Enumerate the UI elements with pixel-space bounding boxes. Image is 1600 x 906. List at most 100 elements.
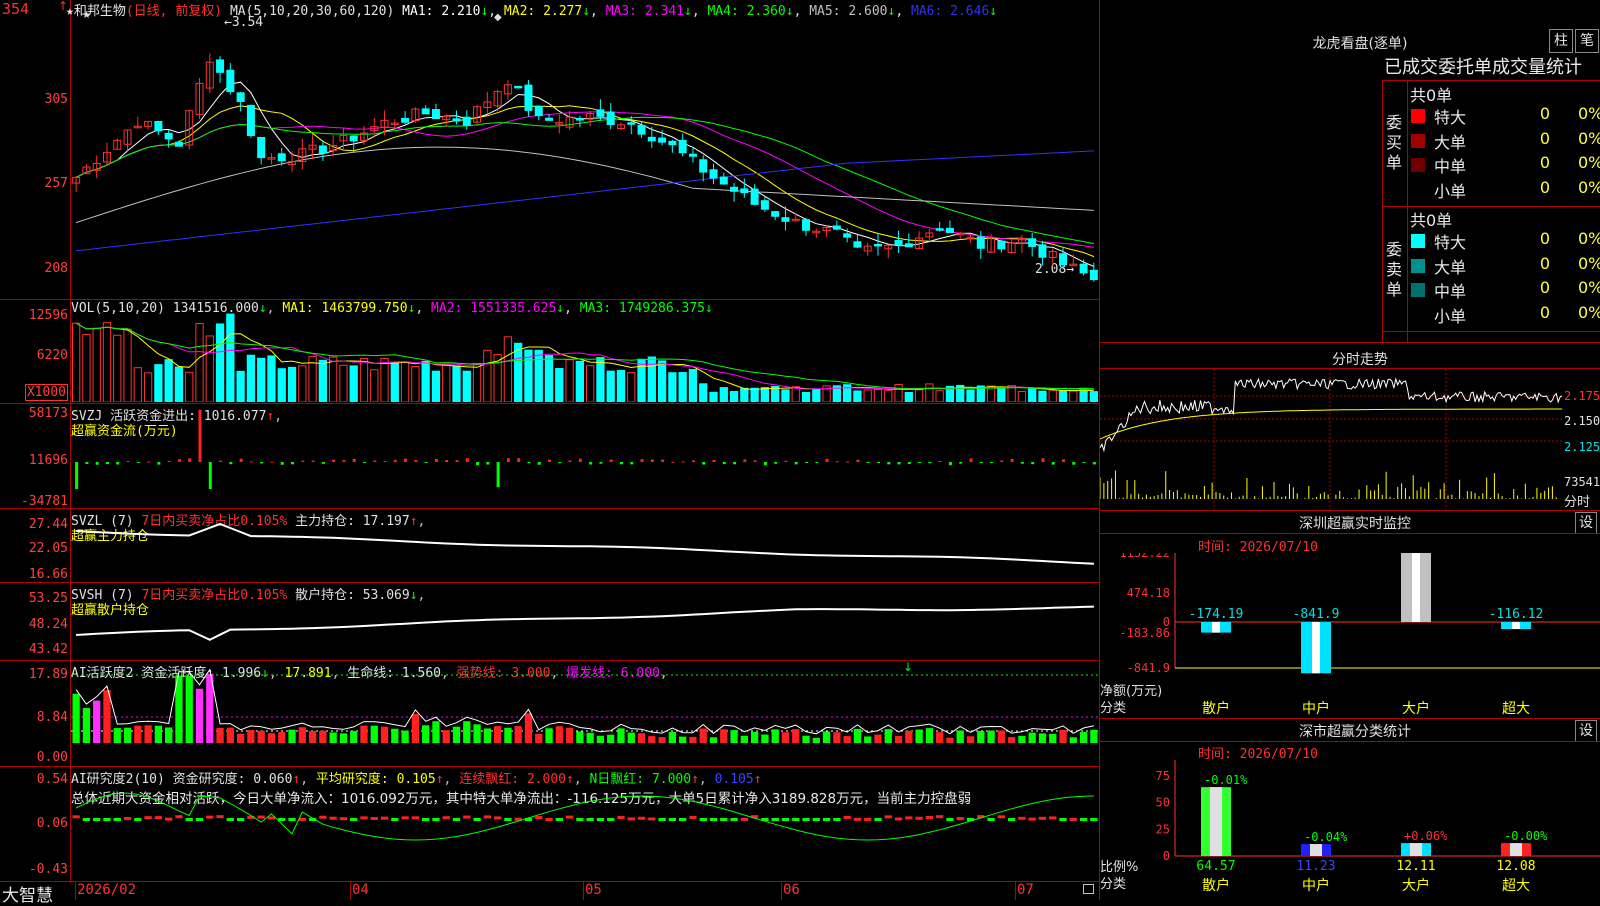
svzj-chart[interactable] xyxy=(71,404,1099,507)
fund-flow-bar xyxy=(835,461,839,463)
intraday-tick: 2.175 xyxy=(1564,389,1600,403)
fund-flow-bar xyxy=(404,458,408,462)
fund-flow-bar xyxy=(938,460,942,462)
bar-view-button[interactable]: 柱 xyxy=(1549,29,1573,53)
fund-flow-bar xyxy=(291,462,295,465)
fund-flow-bar xyxy=(1031,462,1035,465)
research-bar xyxy=(637,816,646,820)
order-percent: 0% xyxy=(1578,104,1600,123)
volume-bar xyxy=(1028,388,1037,402)
fund-flow-bar xyxy=(815,462,819,463)
chart-area[interactable]: ★和邦生物(日线, 前复权) MA(5,10,20,30,60,120) MA1… xyxy=(0,0,1100,906)
volume-bar xyxy=(154,364,163,402)
sz-stats-chart[interactable]: 75 50 25 0 -0.01% 64.57 散户 -0.04% 11.23 中户 +0.06% 1… xyxy=(1100,760,1600,900)
time-tick-mark xyxy=(1015,881,1016,900)
activity-bar xyxy=(339,733,348,743)
research-bar xyxy=(987,818,995,821)
volume-unit: X1000 xyxy=(24,384,68,401)
volume-tick: 12596 xyxy=(28,308,68,323)
volume-bar xyxy=(195,323,204,402)
fund-flow-bar xyxy=(75,462,79,489)
research-bar xyxy=(216,815,224,819)
time-tick: 05 xyxy=(585,882,602,898)
svzl-chart[interactable] xyxy=(71,509,1099,582)
research-bar xyxy=(350,818,358,821)
research-bar xyxy=(442,816,450,820)
research-bar xyxy=(278,818,286,821)
activity-bar xyxy=(452,726,461,743)
volume-bar xyxy=(914,389,924,402)
category-label: 超大 xyxy=(1502,701,1530,717)
activity-bar xyxy=(247,729,255,743)
candle xyxy=(246,104,255,137)
bar-highlight xyxy=(1312,622,1320,674)
fund-flow-bar xyxy=(85,462,89,464)
svzj-axis: 58173 11696 -34781 xyxy=(0,404,68,509)
order-count: 0 xyxy=(1539,153,1550,172)
section-line xyxy=(1100,718,1600,719)
change-label: -0.00% xyxy=(1504,829,1548,843)
activity-bar xyxy=(411,713,420,743)
fund-flow-bar xyxy=(332,459,336,462)
volume-bar xyxy=(472,362,482,402)
fund-flow-bar xyxy=(1062,459,1066,462)
fund-flow-bar xyxy=(794,462,798,465)
volume-bar xyxy=(483,349,492,402)
fund-flow-bar xyxy=(239,458,243,462)
activity-bar xyxy=(144,725,152,743)
intraday-tick: 2.125 xyxy=(1564,440,1600,454)
fund-flow-bar xyxy=(424,462,428,463)
research-bar xyxy=(370,817,378,821)
candlestick-chart[interactable] xyxy=(71,0,1099,298)
candle xyxy=(945,227,954,233)
candle xyxy=(719,176,728,185)
research-bar xyxy=(709,818,718,821)
order-category: 中单 xyxy=(1434,282,1467,301)
order-row: 特大 0 0% xyxy=(1408,104,1600,128)
volume-bar xyxy=(174,366,184,402)
ratio-label: 12.11 xyxy=(1396,859,1435,874)
sz-monitor-x-title: 分类 xyxy=(1100,701,1127,716)
activity-bar xyxy=(535,733,543,743)
research-bar xyxy=(195,818,204,821)
volume-bar xyxy=(627,372,636,402)
fund-flow-bar xyxy=(301,460,305,462)
sz-monitor-settings-button[interactable]: 设 xyxy=(1575,512,1597,534)
candle xyxy=(534,106,543,117)
candle xyxy=(678,139,687,154)
sz-monitor-chart[interactable]: 1132.22474.180-183.86-841.9-174.19散户-841… xyxy=(1100,553,1600,718)
activity-bar xyxy=(679,736,687,743)
ai-active-chart[interactable]: ↓ xyxy=(71,661,1099,766)
fund-flow-bar xyxy=(578,458,582,462)
y-tick: 0 xyxy=(1163,849,1170,863)
volume-bar xyxy=(812,389,821,402)
research-bar xyxy=(802,818,810,821)
research-bar xyxy=(165,817,173,821)
svsh-chart[interactable] xyxy=(71,583,1099,660)
volume-chart[interactable] xyxy=(71,300,1099,402)
volume-bar xyxy=(277,368,286,402)
time-tick: 06 xyxy=(783,882,800,898)
candle xyxy=(524,84,533,111)
order-row: 中单 0 0% xyxy=(1408,153,1600,177)
activity-bar xyxy=(761,734,769,743)
bar-value-label: -116.12 xyxy=(1489,607,1544,622)
tick-view-button[interactable]: 笔 xyxy=(1575,29,1599,53)
intraday-chart[interactable] xyxy=(1100,369,1564,510)
research-bar xyxy=(452,818,461,821)
activity-bar xyxy=(894,735,903,743)
y-tick: 1132.22 xyxy=(1119,553,1170,560)
sz-stats-settings-button[interactable]: 设 xyxy=(1575,720,1597,742)
volume-bar xyxy=(133,367,142,402)
ai-research-chart[interactable] xyxy=(71,767,1099,881)
order-percent: 0% xyxy=(1578,253,1600,273)
volume-bar xyxy=(318,359,328,402)
fund-flow-bar xyxy=(177,459,181,462)
candle xyxy=(873,243,882,247)
candle xyxy=(976,236,985,249)
lock-icon[interactable] xyxy=(1083,884,1094,894)
research-bar xyxy=(1018,816,1026,820)
volume-bar xyxy=(884,389,893,402)
research-bar xyxy=(185,818,193,821)
retail-holding-line xyxy=(76,605,1094,641)
